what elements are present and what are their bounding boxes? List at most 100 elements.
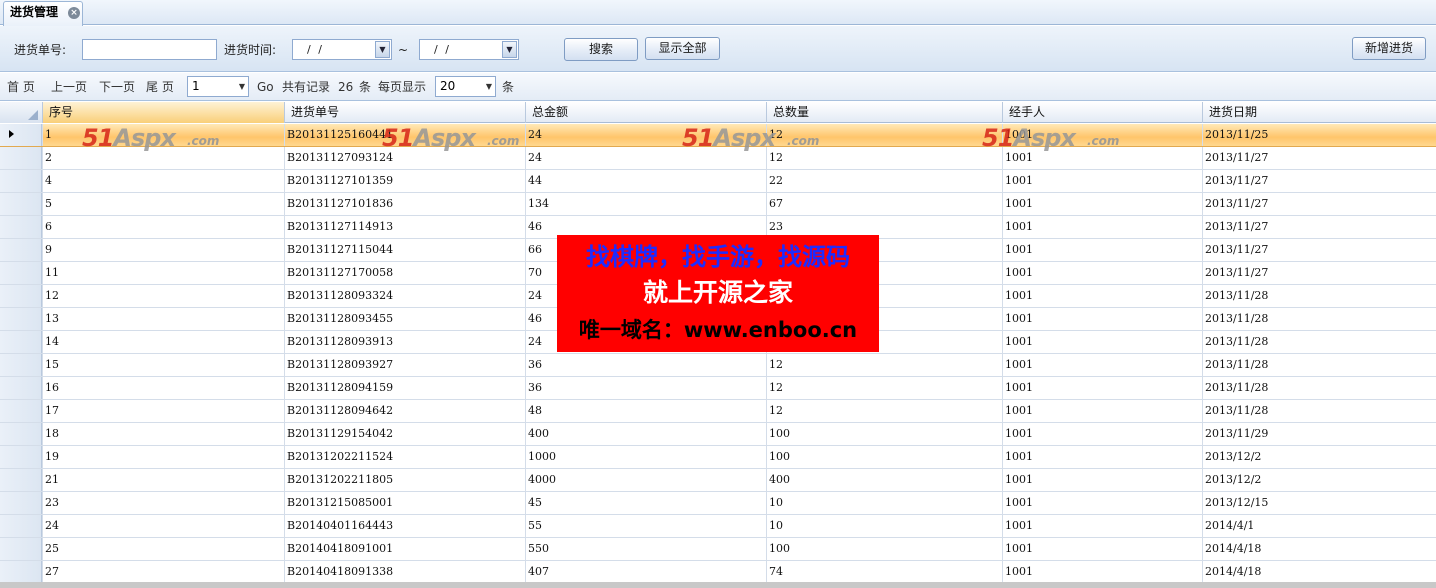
table-cell[interactable]: 19 xyxy=(42,446,284,468)
table-cell[interactable]: 6 xyxy=(42,216,284,238)
row-header[interactable] xyxy=(0,308,42,330)
table-cell[interactable]: 2014/4/18 xyxy=(1202,538,1436,560)
table-cell[interactable]: 1001 xyxy=(1002,400,1202,422)
chevron-down-icon[interactable]: ▼ xyxy=(502,41,517,58)
table-cell[interactable]: 100 xyxy=(766,446,1002,468)
row-header[interactable] xyxy=(0,469,42,491)
table-cell[interactable]: 1001 xyxy=(1002,354,1202,376)
row-header[interactable] xyxy=(0,561,42,583)
table-cell[interactable]: 2013/11/28 xyxy=(1202,354,1436,376)
table-cell[interactable]: 2013/11/27 xyxy=(1202,262,1436,284)
row-header[interactable] xyxy=(0,446,42,468)
table-cell[interactable]: 25 xyxy=(42,538,284,560)
table-cell[interactable]: 22 xyxy=(766,170,1002,192)
row-header[interactable] xyxy=(0,216,42,238)
table-cell[interactable]: 9 xyxy=(42,239,284,261)
table-cell[interactable]: B20131127101836 xyxy=(284,193,525,215)
table-cell[interactable]: 36 xyxy=(525,354,766,376)
table-cell[interactable]: B20140418091338 xyxy=(284,561,525,583)
table-cell[interactable]: 15 xyxy=(42,354,284,376)
table-cell[interactable]: 2014/4/18 xyxy=(1202,561,1436,583)
column-header[interactable]: 总金额 xyxy=(525,102,766,123)
table-cell[interactable]: B20131127101359 xyxy=(284,170,525,192)
table-cell[interactable]: 1001 xyxy=(1002,492,1202,514)
table-row[interactable]: 4 B20131127101359 44 22 1001 2013/11/27 xyxy=(0,170,1436,193)
table-cell[interactable]: 2013/11/27 xyxy=(1202,147,1436,169)
row-header[interactable] xyxy=(0,400,42,422)
row-header[interactable] xyxy=(0,147,42,169)
first-page-link[interactable]: 首 页 xyxy=(7,80,35,94)
table-cell[interactable]: 45 xyxy=(525,492,766,514)
table-cell[interactable]: 48 xyxy=(525,400,766,422)
show-all-button[interactable]: 显示全部 xyxy=(645,37,720,60)
row-header[interactable] xyxy=(0,354,42,376)
table-cell[interactable]: 4 xyxy=(42,170,284,192)
table-row[interactable]: 24 B20140401164443 55 10 1001 2014/4/1 xyxy=(0,515,1436,538)
table-cell[interactable]: B20131127114913 xyxy=(284,216,525,238)
table-cell[interactable]: 1001 xyxy=(1002,446,1202,468)
table-cell[interactable]: 44 xyxy=(525,170,766,192)
go-button[interactable]: Go xyxy=(257,80,274,94)
prev-page-link[interactable]: 上一页 xyxy=(51,80,87,94)
table-cell[interactable]: 1001 xyxy=(1002,423,1202,445)
table-cell[interactable]: 1001 xyxy=(1002,147,1202,169)
row-header[interactable] xyxy=(0,193,42,215)
table-cell[interactable]: 23 xyxy=(42,492,284,514)
table-cell[interactable]: 1001 xyxy=(1002,308,1202,330)
table-cell[interactable]: B20140418091001 xyxy=(284,538,525,560)
table-cell[interactable]: B20131125160441 xyxy=(284,124,525,146)
table-cell[interactable]: 1001 xyxy=(1002,193,1202,215)
row-header[interactable] xyxy=(0,124,42,146)
table-cell[interactable]: 1001 xyxy=(1002,377,1202,399)
close-icon[interactable]: × xyxy=(68,7,80,19)
table-cell[interactable]: 2013/12/2 xyxy=(1202,446,1436,468)
add-purchase-button[interactable]: 新增进货 xyxy=(1352,37,1426,60)
table-cell[interactable]: 134 xyxy=(525,193,766,215)
table-cell[interactable]: 2013/11/28 xyxy=(1202,285,1436,307)
table-cell[interactable]: 2013/11/27 xyxy=(1202,193,1436,215)
row-header[interactable] xyxy=(0,538,42,560)
select-all-corner[interactable] xyxy=(0,102,42,123)
last-page-link[interactable]: 尾 页 xyxy=(146,80,174,94)
table-cell[interactable]: 400 xyxy=(766,469,1002,491)
table-cell[interactable]: 4000 xyxy=(525,469,766,491)
table-cell[interactable]: 2013/11/28 xyxy=(1202,400,1436,422)
column-header[interactable]: 序号 xyxy=(42,102,284,123)
table-row[interactable]: 1 B20131125160441 24 12 1001 2013/11/25 xyxy=(0,124,1436,147)
table-cell[interactable]: 55 xyxy=(525,515,766,537)
table-cell[interactable]: 24 xyxy=(525,124,766,146)
table-cell[interactable]: 1001 xyxy=(1002,239,1202,261)
table-cell[interactable]: B20131128093455 xyxy=(284,308,525,330)
table-cell[interactable]: 21 xyxy=(42,469,284,491)
row-header[interactable] xyxy=(0,377,42,399)
table-row[interactable]: 2 B20131127093124 24 12 1001 2013/11/27 xyxy=(0,147,1436,170)
table-cell[interactable]: 5 xyxy=(42,193,284,215)
table-row[interactable]: 16 B20131128094159 36 12 1001 2013/11/28 xyxy=(0,377,1436,400)
table-row[interactable]: 5 B20131127101836 134 67 1001 2013/11/27 xyxy=(0,193,1436,216)
table-cell[interactable]: 1001 xyxy=(1002,515,1202,537)
search-button[interactable]: 搜索 xyxy=(564,38,638,61)
table-cell[interactable]: 1001 xyxy=(1002,216,1202,238)
table-cell[interactable]: 1001 xyxy=(1002,331,1202,353)
table-cell[interactable]: 2013/11/28 xyxy=(1202,308,1436,330)
table-cell[interactable]: 24 xyxy=(525,147,766,169)
table-cell[interactable]: 1001 xyxy=(1002,170,1202,192)
table-cell[interactable]: 2013/11/27 xyxy=(1202,239,1436,261)
table-cell[interactable]: 11 xyxy=(42,262,284,284)
tab-purchase-management[interactable]: 进货管理 × xyxy=(3,1,83,26)
table-cell[interactable]: 12 xyxy=(766,400,1002,422)
order-no-input[interactable] xyxy=(82,39,217,60)
table-cell[interactable]: 12 xyxy=(766,124,1002,146)
table-cell[interactable]: 1 xyxy=(42,124,284,146)
table-row[interactable]: 18 B20131129154042 400 100 1001 2013/11/29 xyxy=(0,423,1436,446)
table-cell[interactable]: 12 xyxy=(42,285,284,307)
table-row[interactable]: 21 B20131202211805 4000 400 1001 2013/12/2 xyxy=(0,469,1436,492)
table-cell[interactable]: 1000 xyxy=(525,446,766,468)
table-cell[interactable]: B20131202211805 xyxy=(284,469,525,491)
table-row[interactable]: 23 B20131215085001 45 10 1001 2013/12/15 xyxy=(0,492,1436,515)
row-header[interactable] xyxy=(0,423,42,445)
table-cell[interactable]: B20131215085001 xyxy=(284,492,525,514)
table-cell[interactable]: 1001 xyxy=(1002,285,1202,307)
table-cell[interactable]: B20131128094642 xyxy=(284,400,525,422)
table-cell[interactable]: 2013/11/27 xyxy=(1202,216,1436,238)
